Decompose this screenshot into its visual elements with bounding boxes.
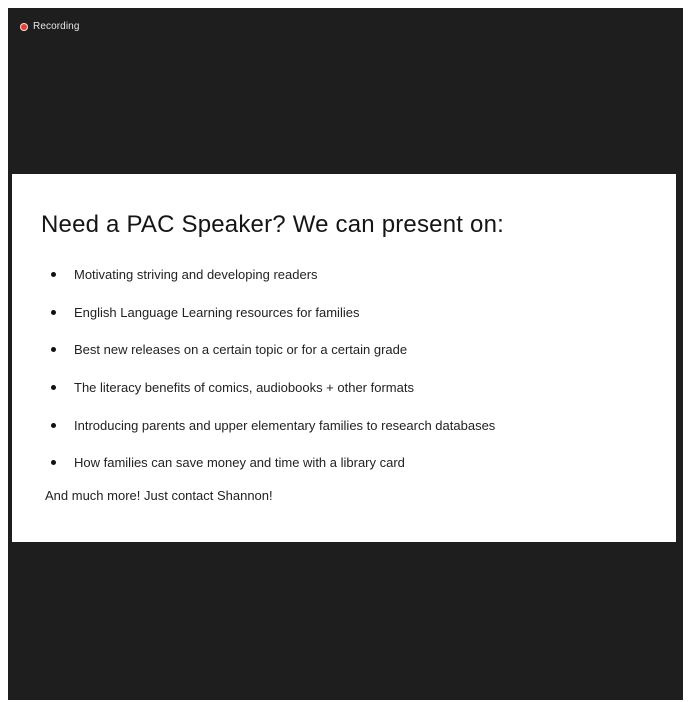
list-item: How families can save money and time wit… bbox=[41, 444, 676, 482]
bullet-text: English Language Learning resources for … bbox=[74, 304, 360, 320]
bullet-text: Introducing parents and upper elementary… bbox=[74, 417, 496, 433]
bullet-icon bbox=[51, 309, 56, 315]
slide-title: Need a PAC Speaker? We can present on: bbox=[41, 211, 504, 238]
screen-share-window: Recording Need a PAC Speaker? We can pre… bbox=[8, 8, 683, 700]
bullet-icon bbox=[51, 422, 56, 428]
bullet-text: Best new releases on a certain topic or … bbox=[74, 342, 408, 358]
list-item: Best new releases on a certain topic or … bbox=[41, 331, 676, 369]
list-item: Motivating striving and developing reade… bbox=[41, 256, 676, 294]
list-item: Introducing parents and upper elementary… bbox=[41, 406, 676, 444]
recording-indicator[interactable]: Recording bbox=[20, 21, 79, 32]
bullet-text: How families can save money and time wit… bbox=[74, 455, 405, 471]
bullet-icon bbox=[51, 385, 56, 391]
presentation-slide: Need a PAC Speaker? We can present on: M… bbox=[12, 174, 676, 542]
bullet-text: The literacy benefits of comics, audiobo… bbox=[74, 380, 414, 396]
bullet-icon bbox=[51, 272, 56, 278]
recording-label: Recording bbox=[33, 21, 80, 32]
slide-footer-text: And much more! Just contact Shannon! bbox=[45, 487, 273, 503]
bullet-text: Motivating striving and developing reade… bbox=[74, 267, 318, 283]
bullet-icon bbox=[51, 460, 56, 466]
list-item: The literacy benefits of comics, audiobo… bbox=[41, 369, 676, 407]
bullet-list: Motivating striving and developing reade… bbox=[41, 256, 676, 482]
list-item: English Language Learning resources for … bbox=[41, 294, 676, 332]
recording-icon bbox=[20, 22, 28, 31]
bullet-icon bbox=[51, 347, 56, 353]
